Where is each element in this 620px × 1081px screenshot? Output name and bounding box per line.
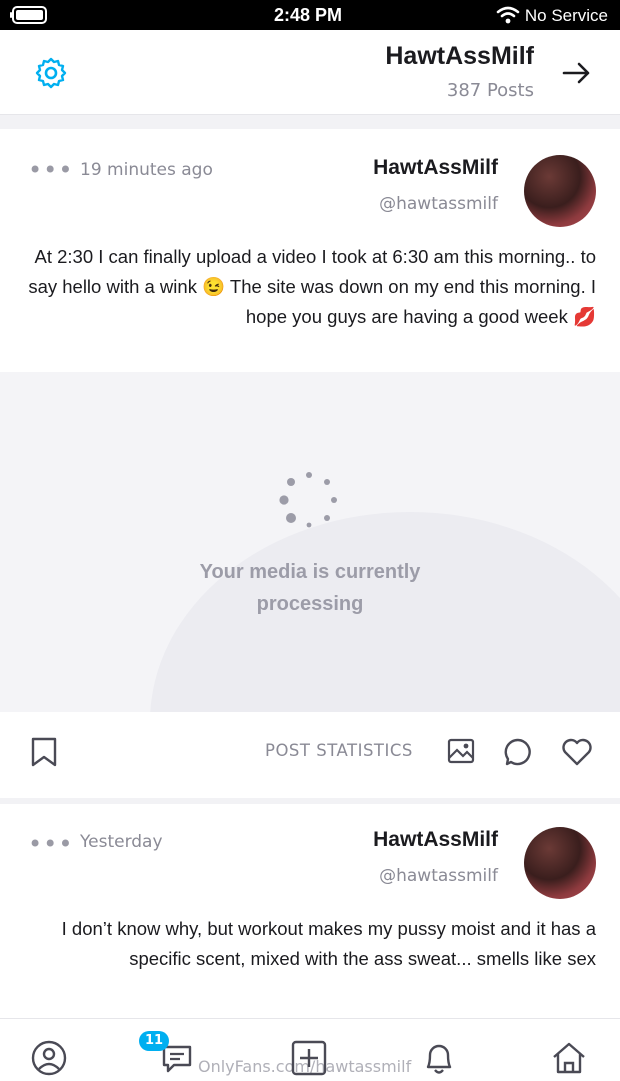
more-options-icon[interactable]: ••• [28, 156, 73, 184]
post-time: Yesterday [80, 832, 163, 852]
media-processing-message: Your media is currently processing [199, 561, 421, 615]
settings-gear-icon[interactable] [34, 56, 68, 94]
profile-icon[interactable] [30, 1039, 68, 1081]
comment-icon[interactable] [502, 736, 534, 772]
more-options-icon[interactable]: ••• [28, 830, 73, 858]
post-author-handle[interactable]: @hawtassmilf [379, 866, 498, 886]
media-placeholder[interactable]: Your media is currently processing [0, 372, 620, 712]
section-divider [0, 798, 620, 804]
heart-icon[interactable] [560, 736, 594, 772]
post-text: I don’t know why, but workout makes my p… [61, 918, 596, 969]
post-time: 19 minutes ago [80, 160, 213, 180]
header-posts-count: 387 Posts [446, 80, 534, 101]
battery-icon [10, 6, 48, 29]
image-icon[interactable] [446, 736, 476, 770]
avatar[interactable] [524, 827, 596, 899]
section-divider [0, 115, 620, 129]
post-header: ••• 19 minutes ago HawtAssMilf @hawtassm… [0, 150, 620, 230]
post-header: ••• Yesterday HawtAssMilf @hawtassmilf [0, 824, 620, 904]
status-time: 2:48 PM [274, 5, 343, 25]
post-author-name[interactable]: HawtAssMilf [373, 156, 498, 180]
loading-spinner-icon [277, 469, 341, 537]
carrier-label: No Service [524, 6, 608, 25]
add-post-icon[interactable] [290, 1039, 328, 1081]
post-statistics-link[interactable]: POST STATISTICS [265, 741, 413, 760]
arrow-right-icon[interactable] [560, 56, 594, 94]
post-author-name[interactable]: HawtAssMilf [373, 828, 498, 852]
post-actions: POST STATISTICS [0, 714, 620, 794]
avatar[interactable] [524, 155, 596, 227]
bookmark-icon[interactable] [30, 736, 58, 772]
wifi-icon [496, 6, 520, 29]
post-text: At 2:30 I can finally upload a video I t… [28, 246, 596, 327]
header-username: HawtAssMilf [385, 42, 534, 70]
status-bar: 2:48 PM No Service [0, 0, 620, 30]
post-author-handle[interactable]: @hawtassmilf [379, 194, 498, 214]
profile-header: HawtAssMilf 387 Posts [0, 30, 620, 115]
notifications-bell-icon[interactable] [420, 1039, 458, 1081]
messages-badge: 11 [139, 1031, 169, 1051]
home-icon[interactable] [550, 1039, 588, 1081]
bottom-navigation: 11 OnlyFans.com/hawtassmilf [0, 1018, 620, 1081]
